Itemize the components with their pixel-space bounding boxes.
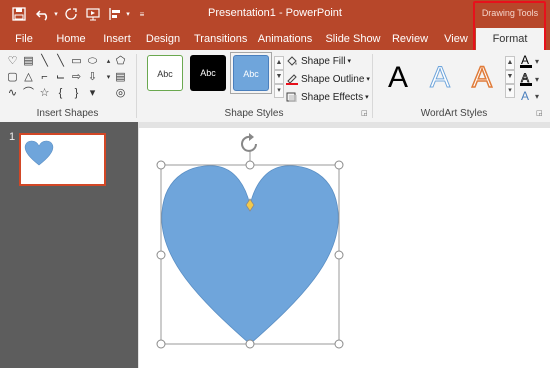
heart-shape[interactable] [161, 165, 339, 345]
selection-overlay [156, 133, 344, 349]
rotate-handle-icon[interactable] [241, 133, 257, 152]
